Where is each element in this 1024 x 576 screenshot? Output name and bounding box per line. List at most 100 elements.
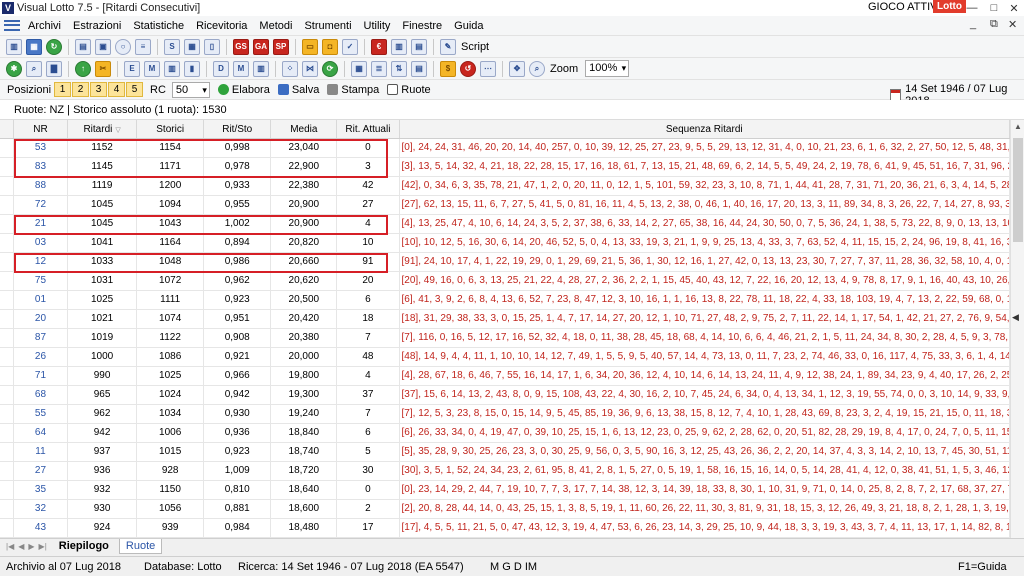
menu-strumenti[interactable]: Strumenti <box>298 20 357 32</box>
table-row[interactable]: 88 1119 1200 0,933 22,380 42 [42], 0, 34, 6, 3… <box>0 177 1010 196</box>
lock-icon[interactable]: ◘ <box>322 38 338 55</box>
side-panel-arrow-icon[interactable]: ◀ <box>1012 312 1019 323</box>
bars-icon[interactable]: ▮ <box>184 60 200 77</box>
table-icon[interactable]: ▤ <box>75 38 91 55</box>
table-row[interactable]: 43 924 939 0,984 18,480 17 [17], 4, 5, 5, 11, … <box>0 519 1010 538</box>
next-tab-icon[interactable]: ▶ <box>28 542 34 551</box>
zoom-select[interactable]: 100% <box>585 60 630 77</box>
dots-icon[interactable]: ⁘ <box>282 60 298 77</box>
expand-icon[interactable]: ✥ <box>509 60 525 77</box>
zoom-icon[interactable]: ⌕ <box>529 60 545 77</box>
table-row[interactable]: 20 1021 1074 0,951 20,420 18 [18], 31, 29, 38,… <box>0 310 1010 329</box>
header-sequenza[interactable]: Sequenza Ritardi <box>400 120 1010 138</box>
network-icon[interactable]: ⋈ <box>302 60 318 77</box>
position-4-button[interactable]: 4 <box>108 82 126 97</box>
binary-icon[interactable]: ⋯ <box>480 60 496 77</box>
table-row[interactable]: 68 965 1024 0,942 19,300 37 [37], 15, 6, 14, 1… <box>0 386 1010 405</box>
table-row[interactable]: 26 1000 1086 0,921 20,000 48 [48], 14, 9, 4, 4… <box>0 348 1010 367</box>
stampa-button[interactable]: Stampa <box>327 84 379 96</box>
m-icon[interactable]: M <box>144 60 160 77</box>
table2-icon[interactable]: ▤ <box>411 60 427 77</box>
s-icon[interactable]: S <box>164 38 180 55</box>
scroll-up-icon[interactable]: ▲ <box>1014 122 1022 131</box>
scroll-thumb[interactable] <box>1013 138 1023 242</box>
table-row[interactable]: 03 1041 1164 0,894 20,820 10 [10], 10, 12, 5, … <box>0 234 1010 253</box>
script-icon[interactable]: ✎ <box>440 38 456 55</box>
vertical-scrollbar[interactable]: ▲ <box>1010 120 1024 538</box>
position-5-button[interactable]: 5 <box>126 82 144 97</box>
rc-select[interactable]: 50 <box>171 81 210 98</box>
clipboard-icon[interactable]: ▭ <box>302 38 318 55</box>
ruote-button[interactable]: Ruote <box>387 84 431 96</box>
dollar-icon[interactable]: $ <box>440 60 456 77</box>
table-row[interactable]: 32 930 1056 0,881 18,600 2 [2], 20, 8, 28, 44,… <box>0 500 1010 519</box>
maximize-button[interactable]: □ <box>984 0 1004 16</box>
child-close-button[interactable]: ✕ <box>1008 18 1017 31</box>
check-icon[interactable]: ✓ <box>342 38 358 55</box>
chart-icon[interactable]: ▥ <box>6 38 22 55</box>
table-row[interactable]: 27 936 928 1,009 18,720 30 [30], 3, 5, 1, 52, … <box>0 462 1010 481</box>
header-nr[interactable]: NR <box>14 120 69 138</box>
stats-icon[interactable]: ▥ <box>164 60 180 77</box>
table-row[interactable]: 55 962 1034 0,930 19,240 7 [7], 12, 5, 3, 23, … <box>0 405 1010 424</box>
menu-utility[interactable]: Utility <box>358 20 397 32</box>
arrow-up-icon[interactable]: ↑ <box>75 60 91 77</box>
elabora-button[interactable]: Elabora <box>217 84 270 96</box>
position-2-button[interactable]: 2 <box>72 82 90 97</box>
columns-icon[interactable]: ▥ <box>253 60 269 77</box>
menu-list-icon[interactable] <box>4 19 20 33</box>
sync-icon[interactable]: ⟳ <box>322 60 338 77</box>
table-row[interactable]: 11 937 1015 0,923 18,740 5 [5], 35, 28, 9, 30,… <box>0 443 1010 462</box>
salva-button[interactable]: Salva <box>277 84 319 96</box>
search-chart-icon[interactable]: ⌕ <box>26 60 42 77</box>
script-button[interactable]: Script <box>461 41 489 53</box>
refresh-icon[interactable]: ↻ <box>46 38 62 55</box>
d-icon[interactable]: D <box>213 60 229 77</box>
circle-icon[interactable]: ○ <box>115 38 131 55</box>
prev-tab-icon[interactable]: ◀ <box>18 542 24 551</box>
matrix-icon[interactable]: ▦ <box>351 60 367 77</box>
menu-archivi[interactable]: Archivi <box>22 20 67 32</box>
table-row[interactable]: 71 990 1025 0,966 19,800 4 [4], 28, 67, 18, 6,… <box>0 367 1010 386</box>
list-icon[interactable]: ≡ <box>135 38 151 55</box>
m2-icon[interactable]: M <box>233 60 249 77</box>
table-row[interactable]: 87 1019 1122 0,908 20,380 7 [7], 116, 0, 16, 5… <box>0 329 1010 348</box>
calendar-icon[interactable]: ▣ <box>95 38 111 55</box>
table-row[interactable]: 64 942 1006 0,936 18,840 6 [6], 26, 33, 34, 0,… <box>0 424 1010 443</box>
euro-icon[interactable]: € <box>371 38 387 55</box>
gs-icon[interactable]: GS <box>233 38 249 55</box>
child-restore-button[interactable]: ⧉ <box>990 18 998 31</box>
position-1-button[interactable]: 1 <box>54 82 72 97</box>
header-storici[interactable]: Storici <box>137 120 205 138</box>
grid-icon[interactable]: ▦ <box>26 38 42 55</box>
tab-riepilogo[interactable]: Riepilogo <box>53 539 115 554</box>
menu-estrazioni[interactable]: Estrazioni <box>67 20 127 32</box>
table-row[interactable]: 01 1025 1111 0,923 20,500 6 [6], 41, 3, 9, 2, … <box>0 291 1010 310</box>
first-tab-icon[interactable]: |◀ <box>6 542 14 551</box>
bar-chart-icon[interactable]: ▇ <box>46 60 62 77</box>
close-button[interactable]: ✕ <box>1004 0 1024 16</box>
notes-icon[interactable]: ▤ <box>411 38 427 55</box>
table-row[interactable]: 72 1045 1094 0,955 20,900 27 [27], 62, 13, 15,… <box>0 196 1010 215</box>
menu-metodi[interactable]: Metodi <box>253 20 298 32</box>
list-numbered-icon[interactable]: ≣ <box>371 60 387 77</box>
calc-icon[interactable]: ▦ <box>184 38 200 55</box>
header-rit-attuali[interactable]: Rit. Attuali <box>337 120 400 138</box>
header-media[interactable]: Media <box>271 120 338 138</box>
menu-finestre[interactable]: Finestre <box>396 20 448 32</box>
child-minimize-button[interactable]: _ <box>970 18 976 30</box>
menu-statistiche[interactable]: Statistiche <box>127 20 190 32</box>
tools-icon[interactable]: ✂ <box>95 60 111 77</box>
filter-icon[interactable]: ▥ <box>391 38 407 55</box>
cycle-icon[interactable]: ↺ <box>460 60 476 77</box>
menu-ricevitoria[interactable]: Ricevitoria <box>190 20 253 32</box>
gear-icon[interactable]: ✱ <box>6 60 22 77</box>
table-row[interactable]: 35 932 1150 0,810 18,640 0 [0], 23, 14, 29, 2,… <box>0 481 1010 500</box>
tab-ruote[interactable]: Ruote <box>118 539 163 554</box>
e-icon[interactable]: E <box>124 60 140 77</box>
ga-icon[interactable]: GA <box>253 38 269 55</box>
book-icon[interactable]: ▯ <box>204 38 220 55</box>
table-row[interactable]: 75 1031 1072 0,962 20,620 20 [20], 49, 16, 0, … <box>0 272 1010 291</box>
menu-guida[interactable]: Guida <box>448 20 489 32</box>
header-ritardi[interactable]: Ritardi ▽ <box>68 120 138 138</box>
